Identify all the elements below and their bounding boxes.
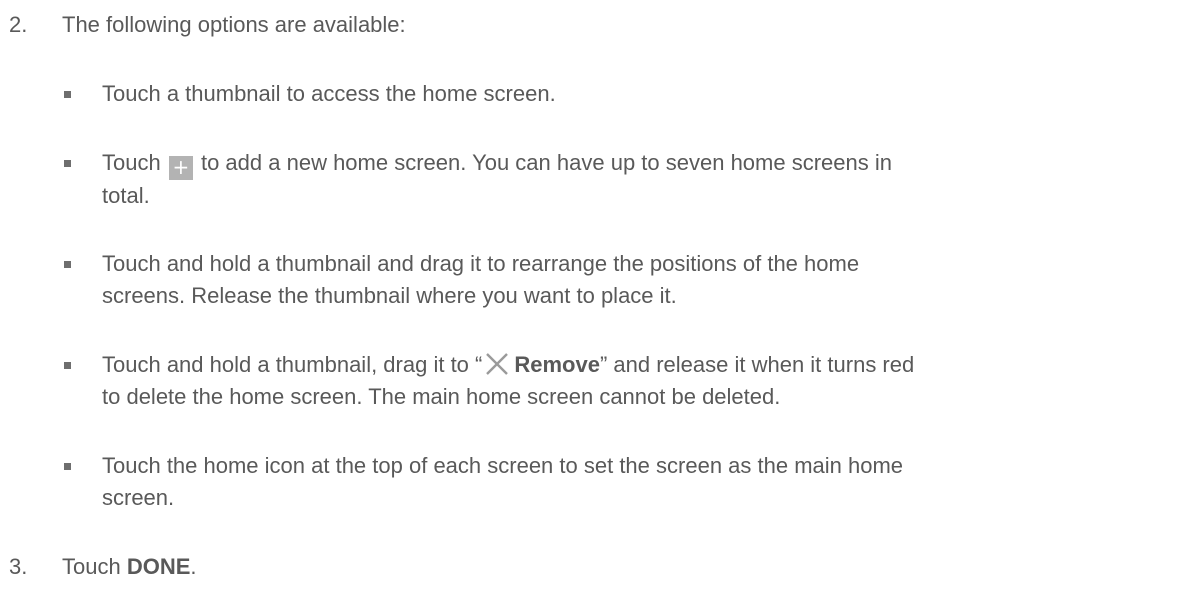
list-item-text: Touch and hold a thumbnail, drag it to “… <box>102 352 915 409</box>
bullet-marker <box>64 261 71 268</box>
done-label: DONE <box>126 554 191 579</box>
list-item-text: Touch and hold a thumbnail and drag it t… <box>102 251 860 308</box>
list-item-text: Touch the home icon at the top of each s… <box>102 453 904 510</box>
step-number: 2. <box>9 12 28 37</box>
list-item-text: Touch + to add a new home screen. You ca… <box>102 150 892 208</box>
step-number: 3. <box>9 554 28 579</box>
step-text: Touch DONE. <box>62 554 197 579</box>
step-text: The following options are available: <box>62 12 406 37</box>
remove-label: Remove <box>514 352 600 377</box>
list-item-text: Touch a thumbnail to access the home scr… <box>102 81 556 106</box>
close-icon <box>486 353 509 375</box>
plus-icon: + <box>168 156 193 180</box>
bullet-marker <box>64 362 71 369</box>
bullet-marker <box>64 463 71 470</box>
bullet-marker <box>64 91 71 98</box>
bullet-marker <box>64 160 71 167</box>
